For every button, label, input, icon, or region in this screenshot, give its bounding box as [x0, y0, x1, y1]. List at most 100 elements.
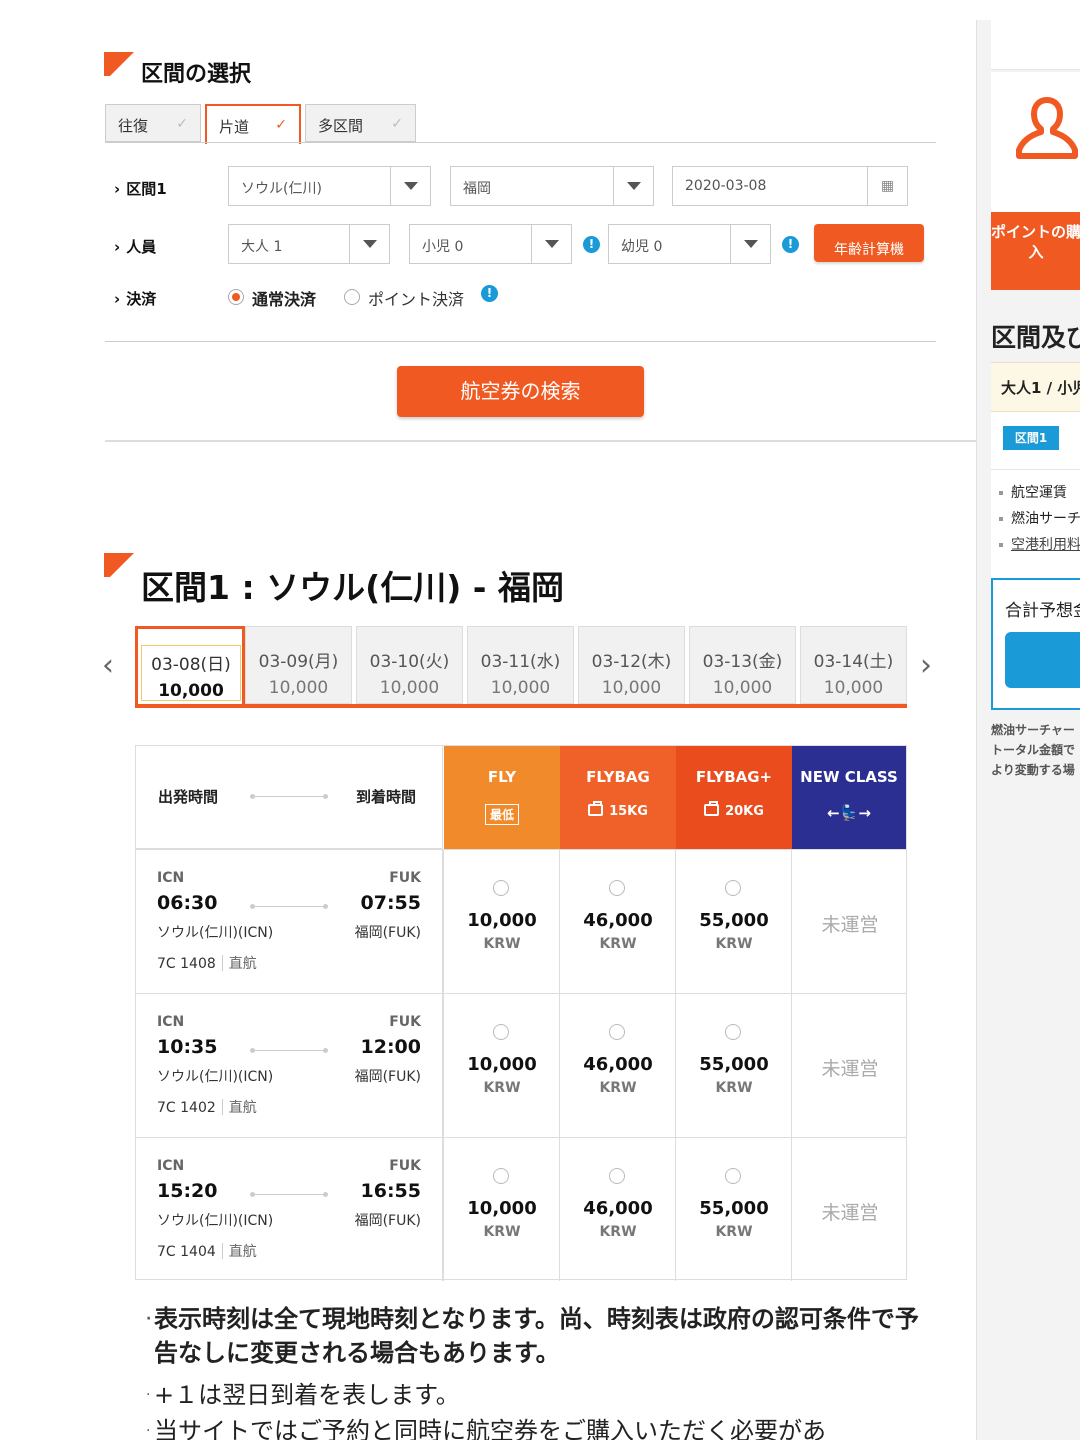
table-row: ICN FUK 15:20 16:55 ソウル(仁川)(ICN) 福岡(FUK)…: [136, 1137, 906, 1281]
date-tab-0308[interactable]: 03-08(日) 10,000: [135, 626, 245, 708]
fare-radio[interactable]: [725, 880, 741, 896]
sidebar-header: [991, 20, 1080, 70]
date-price: 10,000: [601, 678, 662, 698]
point-info-icon[interactable]: !: [481, 285, 498, 302]
flight-info: ICN FUK 06:30 07:55 ソウル(仁川)(ICN) 福岡(FUK)…: [136, 850, 443, 993]
flight-number: 7C 1402 直航: [157, 1097, 257, 1117]
fare-radio[interactable]: [609, 1024, 625, 1040]
radio-normal-payment[interactable]: [228, 289, 244, 305]
dep-city: ソウル(仁川)(ICN): [157, 925, 274, 941]
total-button[interactable]: [1005, 632, 1080, 688]
date-label: 03-13(金): [702, 652, 783, 672]
date-tab-0313[interactable]: 03-13(金) 10,000: [689, 626, 796, 704]
fare-amount: 55,000: [699, 1054, 769, 1075]
origin-select[interactable]: ソウル(仁川): [228, 166, 431, 206]
arr-city: 福岡(FUK): [354, 1213, 421, 1229]
infant-info-icon[interactable]: !: [782, 236, 799, 253]
fare-cell-fly[interactable]: 10,000 KRW: [443, 1138, 559, 1281]
date-label: 03-09(月): [258, 652, 339, 672]
section-title-segment: 区間1 : ソウル(仁川) - 福岡: [141, 568, 564, 607]
check-icon: ✓: [275, 117, 287, 133]
note-next-day: · +１は翌日到着を表します。: [146, 1378, 936, 1412]
fee-link[interactable]: 空港利用料: [1011, 537, 1080, 553]
destination-select[interactable]: 福岡: [450, 166, 654, 206]
table-row: ICN FUK 06:30 07:55 ソウル(仁川)(ICN) 福岡(FUK)…: [136, 849, 906, 993]
currency: KRW: [599, 936, 637, 952]
note-text: 当サイトではご予約と同時に航空券をご購入いただく必要があ: [154, 1417, 826, 1440]
fare-radio[interactable]: [493, 880, 509, 896]
fare-name: FLYBAG: [586, 768, 650, 786]
user-icon: [1016, 97, 1078, 159]
section-flag-icon: [104, 553, 134, 577]
flight-type: 直航: [228, 956, 257, 972]
lowest-badge: 最低: [484, 804, 519, 825]
baggage-icon: [588, 801, 604, 816]
fare-cell-flybag[interactable]: 46,000 KRW: [559, 994, 675, 1137]
fare-cell-flybag-plus[interactable]: 55,000 KRW: [675, 994, 791, 1137]
tab-one-way[interactable]: 片道 ✓: [205, 104, 301, 144]
search-flights-button[interactable]: 航空券の検索: [397, 366, 644, 417]
arr-code: FUK: [389, 1158, 421, 1174]
sidebar-note: 燃油サーチャートータル金額でより変動する場: [991, 723, 1076, 777]
normal-payment-label[interactable]: 通常決済: [252, 286, 316, 310]
child-info-icon[interactable]: !: [583, 236, 600, 253]
tab-multi-city[interactable]: 多区間 ✓: [305, 104, 416, 142]
fare-cell-fly[interactable]: 10,000 KRW: [443, 850, 559, 993]
segment-badge: 区間1: [1003, 426, 1059, 450]
arr-time: 07:55: [360, 892, 421, 914]
child-select[interactable]: 小児 0: [409, 224, 572, 264]
avatar-box: [991, 72, 1080, 212]
summary-title: 区間及び: [991, 323, 1080, 352]
segment-label: 区間1: [114, 178, 166, 199]
date-tab-0312[interactable]: 03-12(木) 10,000: [578, 626, 685, 704]
date-label: 03-11(水): [480, 652, 561, 672]
radio-point-payment[interactable]: [344, 289, 360, 305]
date-price: 10,000: [268, 678, 329, 698]
calendar-icon[interactable]: ▦: [867, 167, 907, 205]
fare-radio[interactable]: [493, 1024, 509, 1040]
dep-city: ソウル(仁川)(ICN): [157, 1069, 274, 1085]
chevron-down-icon: [613, 167, 653, 205]
age-calculator-button[interactable]: 年齢計算機: [814, 224, 924, 262]
fare-radio[interactable]: [609, 880, 625, 896]
prev-dates-arrow-icon[interactable]: ‹: [102, 648, 114, 683]
fare-radio[interactable]: [725, 1168, 741, 1184]
fare-radio[interactable]: [725, 1024, 741, 1040]
date-tab-0310[interactable]: 03-10(火) 10,000: [356, 626, 463, 704]
infant-value: 幼児 0: [621, 239, 663, 255]
date-tab-0309[interactable]: 03-09(月) 10,000: [245, 626, 352, 704]
adult-select[interactable]: 大人 1: [228, 224, 390, 264]
table-header-times: 出発時間 到着時間: [136, 746, 443, 849]
next-dates-arrow-icon[interactable]: ›: [920, 648, 932, 683]
point-payment-label[interactable]: ポイント決済: [368, 286, 464, 310]
route-line: [250, 904, 328, 909]
fare-cell-flybag-plus[interactable]: 55,000 KRW: [675, 850, 791, 993]
date-tab-0311[interactable]: 03-11(水) 10,000: [467, 626, 574, 704]
route-line: [250, 1192, 328, 1197]
list-item[interactable]: 空港利用料: [999, 534, 1080, 554]
fare-cell-flybag[interactable]: 46,000 KRW: [559, 1138, 675, 1281]
arrival-header: 到着時間: [356, 788, 417, 806]
fare-radio[interactable]: [609, 1168, 625, 1184]
chevron-down-icon: [390, 167, 430, 205]
fare-cell-fly[interactable]: 10,000 KRW: [443, 994, 559, 1137]
point-purchase-button[interactable]: ポイントの購入: [991, 212, 1080, 290]
date-tab-0314[interactable]: 03-14(土) 10,000: [800, 626, 907, 704]
currency: KRW: [483, 1080, 521, 1096]
fare-header-flybag-plus: FLYBAG+ 20KG: [676, 746, 792, 849]
infant-select[interactable]: 幼児 0: [608, 224, 771, 264]
fare-cell-flybag-plus[interactable]: 55,000 KRW: [675, 1138, 791, 1281]
flight-info: ICN FUK 15:20 16:55 ソウル(仁川)(ICN) 福岡(FUK)…: [136, 1138, 443, 1281]
date-field[interactable]: 2020-03-08 ▦: [672, 166, 908, 206]
date-label: 03-12(木): [591, 652, 672, 672]
fare-cell-flybag[interactable]: 46,000 KRW: [559, 850, 675, 993]
check-icon: ✓: [391, 116, 403, 132]
fare-amount: 10,000: [467, 1198, 537, 1219]
baggage-icon: [704, 801, 720, 816]
fare-cell-new-class: 未運営: [791, 850, 906, 993]
fare-radio[interactable]: [493, 1168, 509, 1184]
date-label: 03-14(土): [813, 652, 894, 672]
arr-code: FUK: [389, 870, 421, 886]
tab-round-trip[interactable]: 往復 ✓: [105, 104, 201, 142]
destination-value: 福岡: [463, 181, 491, 197]
